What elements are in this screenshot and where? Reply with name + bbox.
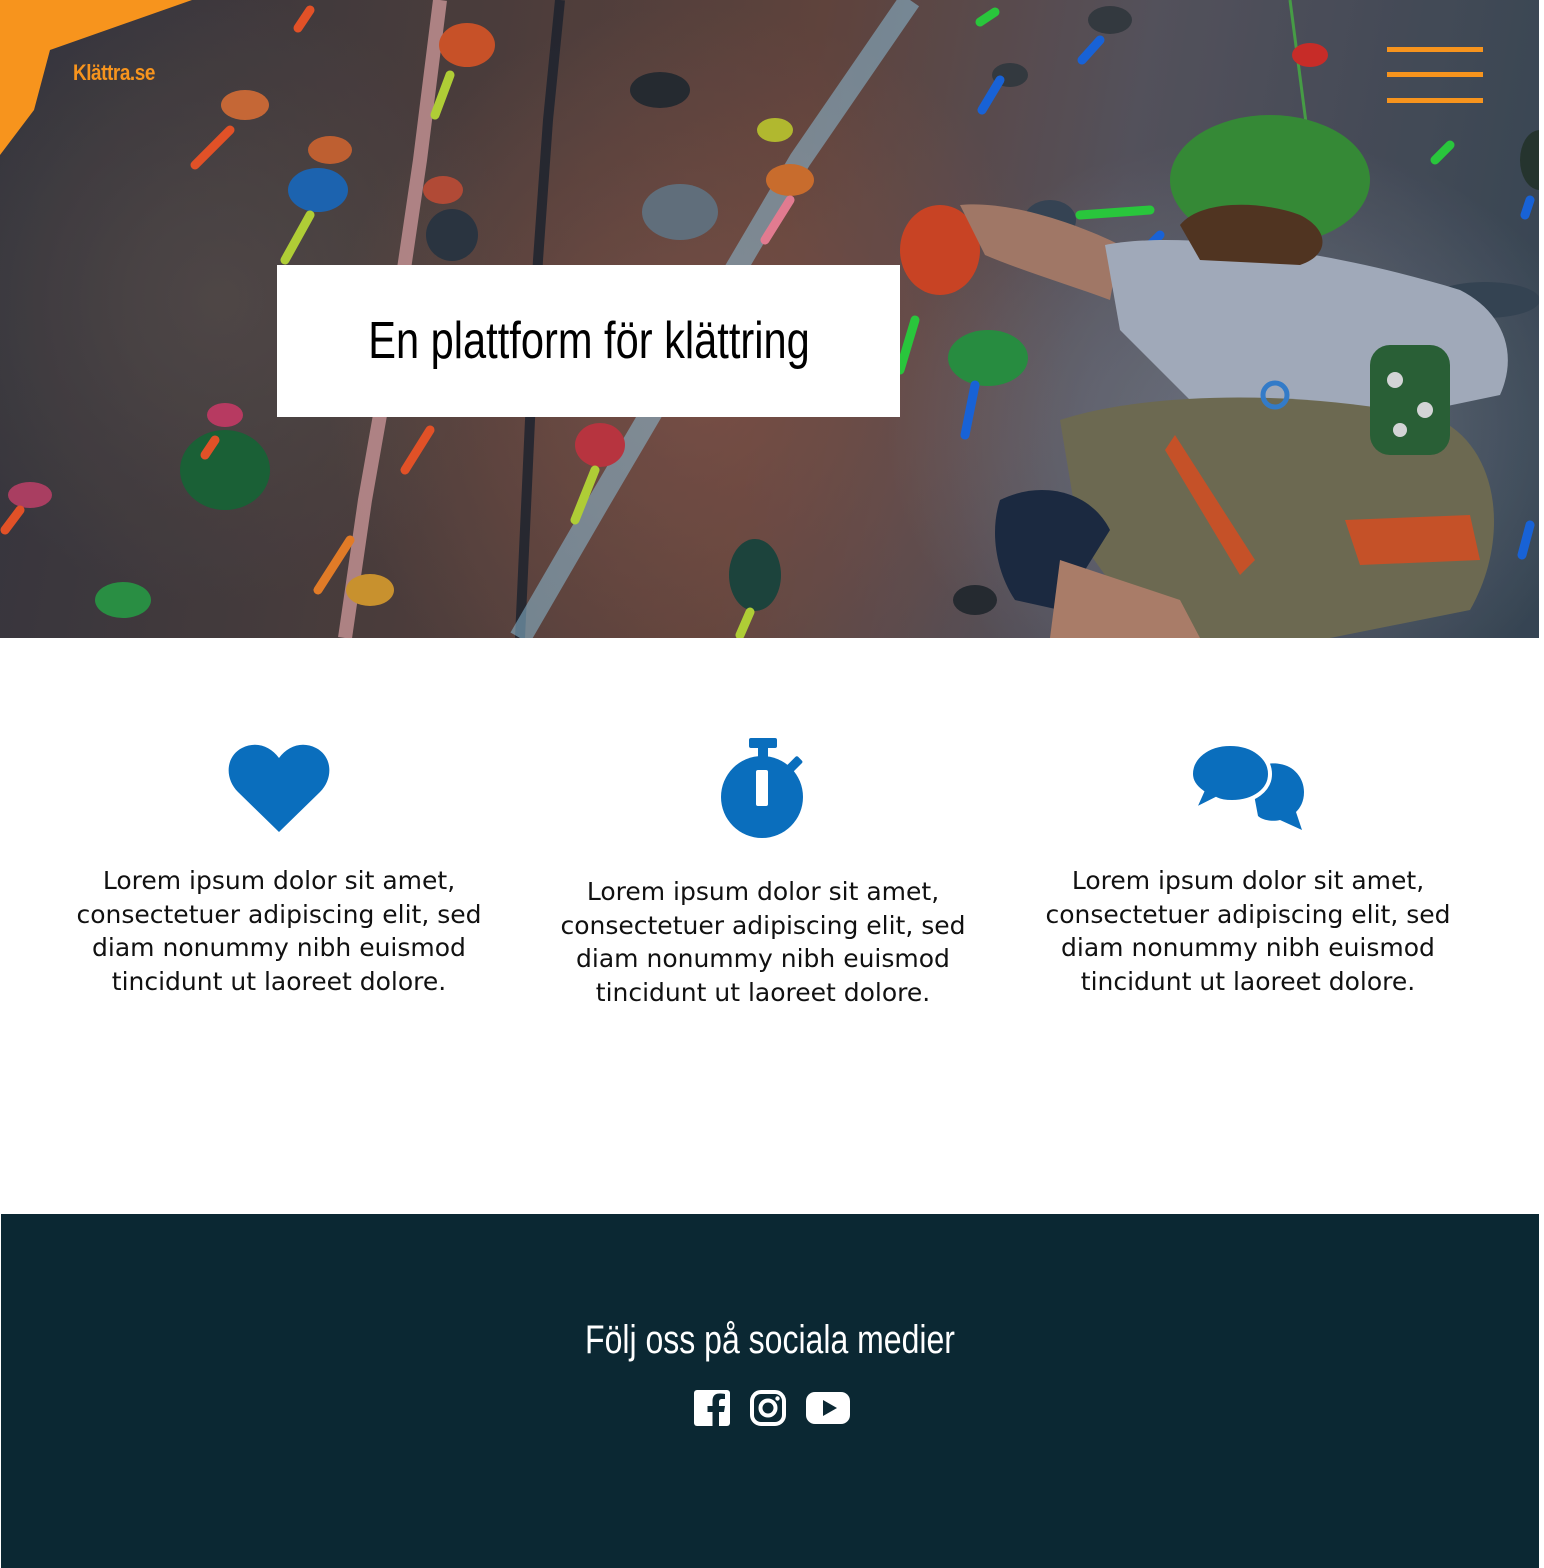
site-logo[interactable]: Klättra.se	[73, 60, 155, 86]
feature-item: Lorem ipsum dolor sit amet, consectetuer…	[1028, 744, 1468, 998]
feature-text: Lorem ipsum dolor sit amet, consectetuer…	[76, 866, 482, 996]
facebook-icon[interactable]	[694, 1390, 730, 1426]
menu-line-top	[1387, 47, 1483, 52]
hero-title: En plattform för klättring	[367, 312, 810, 370]
features-section: Lorem ipsum dolor sit amet, consectetuer…	[0, 638, 1539, 1214]
footer: Följ oss på sociala medier	[1, 1214, 1539, 1568]
menu-line-middle	[1387, 72, 1483, 77]
footer-title: Följ oss på sociala medier	[585, 1318, 955, 1362]
chat-bubbles-icon	[1190, 744, 1304, 830]
heart-icon	[228, 744, 330, 832]
hero-title-card: En plattform för klättring	[277, 265, 900, 417]
feature-text: Lorem ipsum dolor sit amet, consectetuer…	[560, 877, 966, 1007]
youtube-icon[interactable]	[806, 1392, 850, 1424]
menu-line-bottom	[1387, 98, 1483, 103]
instagram-icon[interactable]	[750, 1390, 786, 1426]
stopwatch-icon	[721, 738, 803, 838]
hero-section: Klättra.se En plattform för klättring	[0, 0, 1539, 638]
feature-text: Lorem ipsum dolor sit amet, consectetuer…	[1045, 866, 1451, 996]
feature-item: Lorem ipsum dolor sit amet, consectetuer…	[543, 738, 983, 1009]
feature-item: Lorem ipsum dolor sit amet, consectetuer…	[59, 744, 499, 998]
hamburger-menu-icon[interactable]	[1386, 45, 1484, 107]
social-links	[694, 1390, 850, 1426]
